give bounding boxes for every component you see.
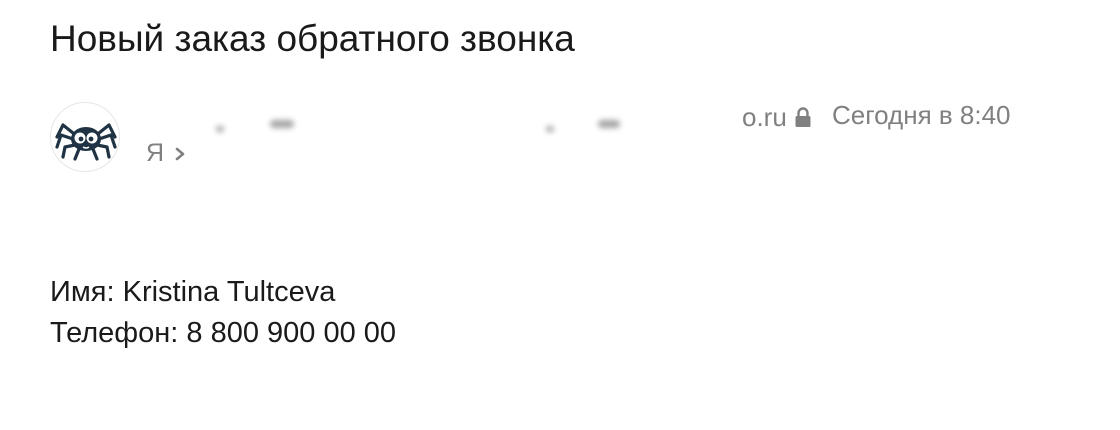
chevron-right-icon xyxy=(175,147,185,160)
sender-avatar[interactable] xyxy=(50,102,120,172)
sender-domain: o.ru xyxy=(742,102,787,132)
email-date: Сегодня в 8:40 xyxy=(832,100,1011,130)
email-subject: Новый заказ обратного звонка xyxy=(50,18,575,59)
lock-icon xyxy=(795,107,811,127)
sender-name-redacted xyxy=(210,118,630,136)
body-name-line: Имя: Kristina Tultceva xyxy=(50,276,336,308)
recipient-label: Я xyxy=(146,139,165,167)
recipient-toggle[interactable]: Я xyxy=(146,139,186,168)
spider-logo-icon xyxy=(55,123,117,161)
body-phone-line: Телефон: 8 800 900 00 00 xyxy=(50,317,397,349)
